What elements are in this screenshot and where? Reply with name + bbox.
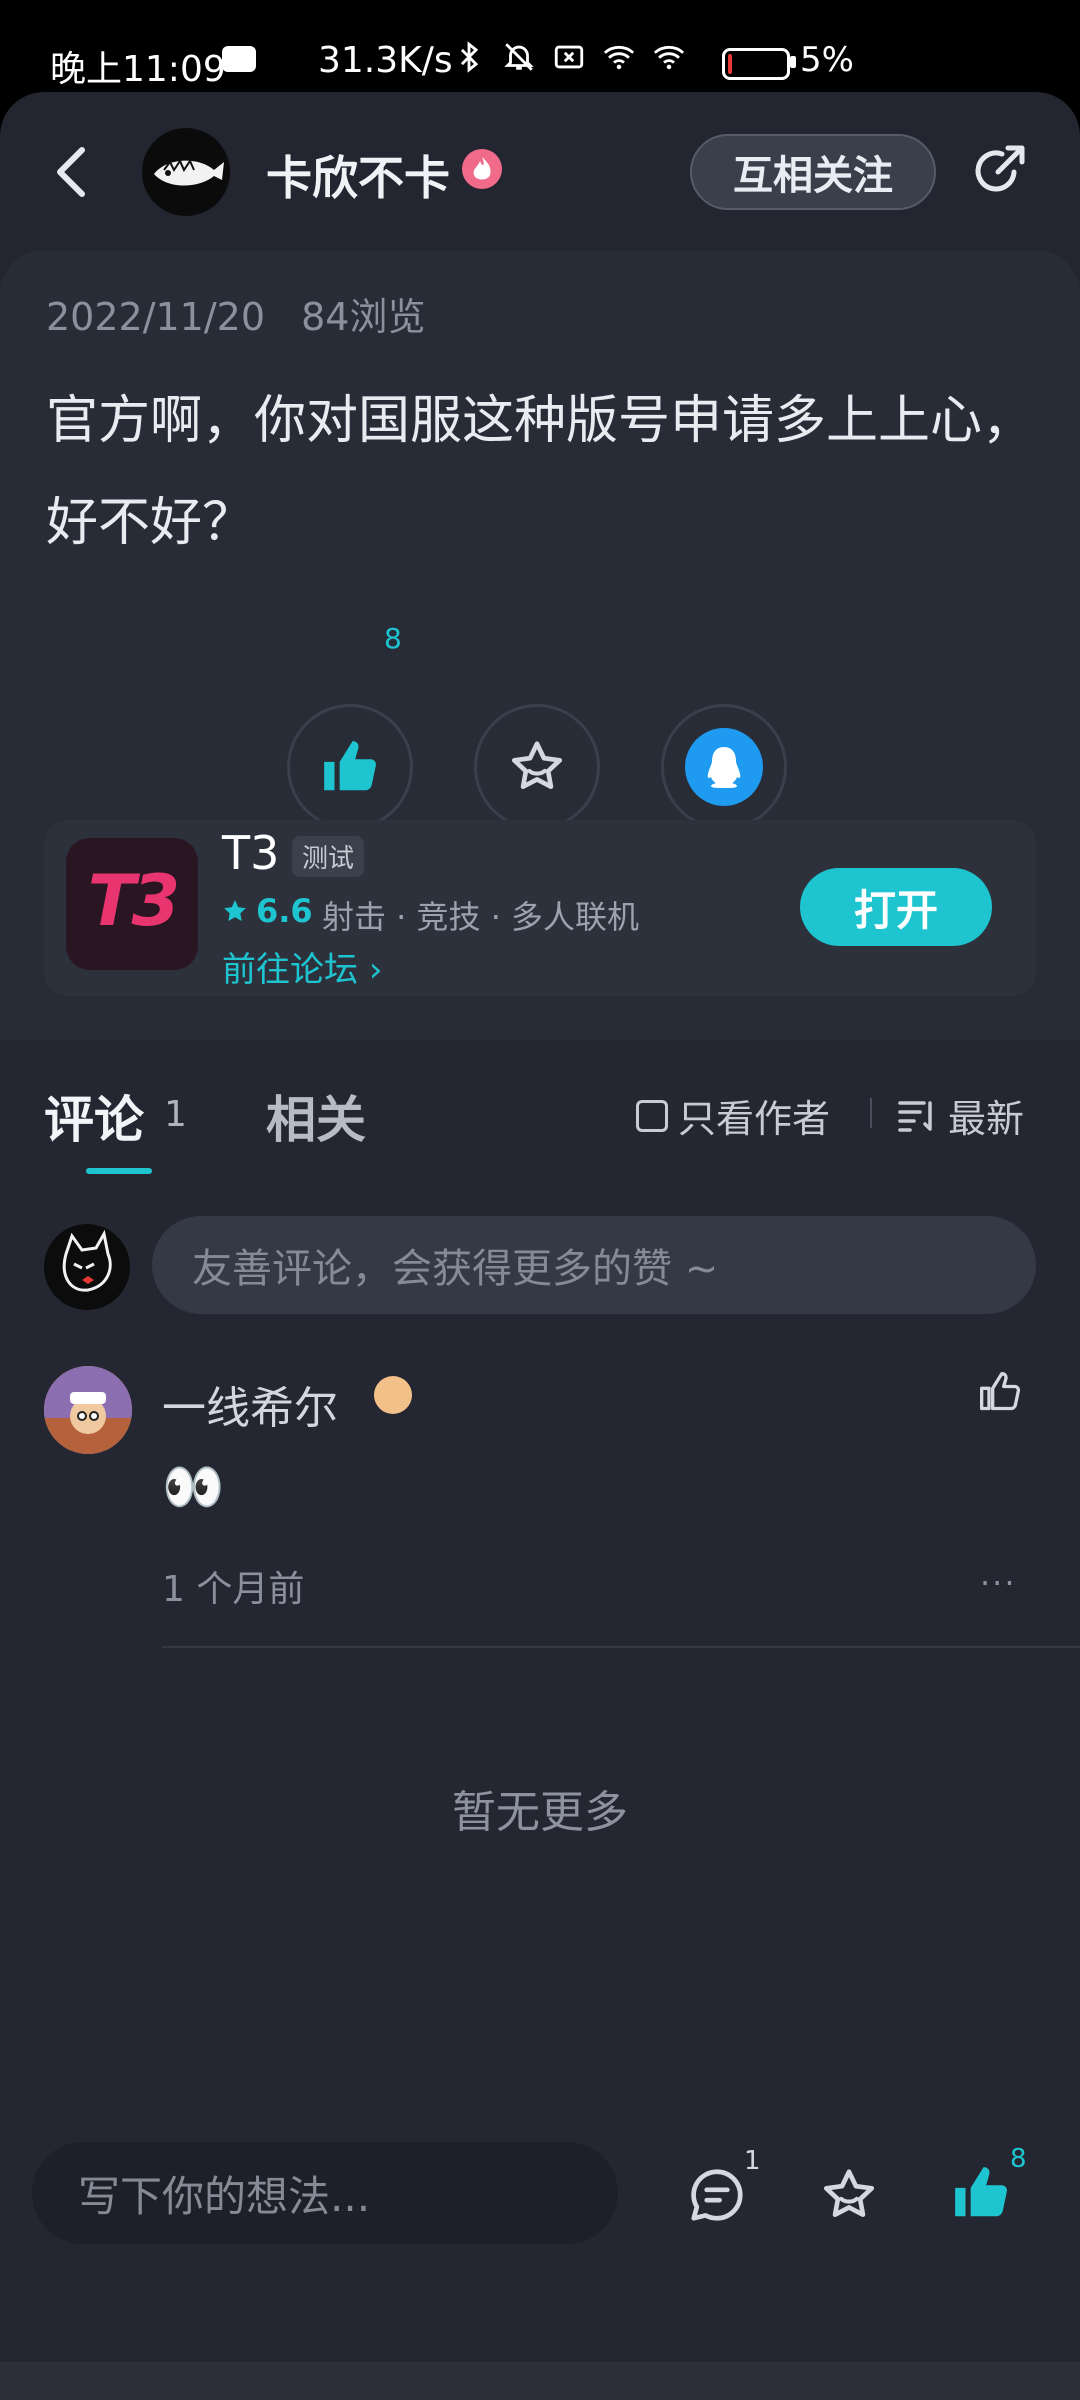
chevron-left-icon[interactable] <box>48 142 98 202</box>
like-icon-bottom[interactable] <box>950 2162 1012 2224</box>
battery-icon <box>722 48 790 80</box>
mute-icon <box>504 43 534 71</box>
post-meta: 2022/11/20 84浏览 <box>46 286 425 341</box>
bottom-action-bar: 写下你的想法... 1 8 <box>0 2132 1080 2270</box>
game-name: T3 <box>222 826 280 880</box>
star-icon <box>511 741 563 789</box>
level-badge-icon <box>374 1376 412 1414</box>
sort-toggle[interactable]: 最新 <box>898 1088 1024 1143</box>
active-tab-indicator <box>86 1168 152 1174</box>
qq-share-icon <box>685 728 763 806</box>
game-forum-link[interactable]: 前往论坛 › <box>222 942 382 991</box>
author-only-toggle[interactable]: 只看作者 <box>636 1088 830 1143</box>
game-tag: 测试 <box>292 836 365 877</box>
wifi-icon <box>603 45 635 70</box>
tab-related[interactable]: 相关 <box>266 1080 366 1152</box>
status-icons <box>452 40 686 74</box>
author-only-label: 只看作者 <box>678 1097 831 1141</box>
my-avatar[interactable] <box>44 1224 130 1310</box>
commenter-name[interactable]: 一线希尔 <box>162 1372 338 1436</box>
cloud-icon <box>222 46 256 72</box>
game-card[interactable]: T3 T3 测试 6.6 射击 · 竞技 · 多人联机 前往论坛 › 打开 <box>44 820 1036 996</box>
commenter-avatar-image <box>44 1366 132 1454</box>
game-rating: 6.6 <box>222 892 313 930</box>
post-like-count: 8 <box>384 622 402 655</box>
post-content: 官方啊，你对国服这种版号申请多上上心，好不好？ <box>46 391 1035 553</box>
like-button[interactable] <box>287 704 413 830</box>
like-icon <box>324 741 376 791</box>
thought-input[interactable]: 写下你的想法... <box>32 2142 618 2244</box>
sort-icon <box>898 1100 932 1132</box>
qq-share-button[interactable] <box>661 704 787 830</box>
open-game-button[interactable]: 打开 <box>800 868 992 946</box>
status-bar: 晚上11:09 31.3K/s 5% <box>0 0 1080 90</box>
post-header: 卡欣不卡 互相关注 <box>0 92 1080 246</box>
favorite-button[interactable] <box>474 704 600 830</box>
comment-time: 1 个月前 <box>162 1569 305 1610</box>
post-views: 84浏览 <box>301 295 426 339</box>
favorite-icon[interactable] <box>818 2164 880 2226</box>
tab-comments[interactable]: 评论 <box>44 1080 144 1152</box>
bluetooth-icon <box>460 41 479 73</box>
game-forum-label: 前往论坛 <box>222 950 358 990</box>
post-card: 2022/11/20 84浏览 官方啊，你对国服这种版号申请多上上心，好不好？ … <box>0 250 1080 1040</box>
like-count-bottom: 8 <box>1010 2144 1027 2174</box>
fire-badge-icon <box>462 149 502 189</box>
chevron-right-icon: › <box>368 950 383 990</box>
status-time: 晚上11:09 <box>50 49 226 90</box>
comment-divider <box>162 1646 1080 1648</box>
game-rating-value: 6.6 <box>256 892 313 930</box>
sort-label: 最新 <box>948 1097 1025 1141</box>
app-screen: 卡欣不卡 互相关注 2022/11/20 84浏览 官方啊，你对国服这种版号申请… <box>0 92 1080 2400</box>
sim-off-icon <box>554 45 584 69</box>
fish-doodle-icon <box>154 158 224 186</box>
system-nav-bar <box>0 2362 1080 2400</box>
follow-button[interactable]: 互相关注 <box>690 134 936 210</box>
comment-like-icon[interactable] <box>978 1370 1022 1414</box>
wifi-icon-2 <box>653 45 685 70</box>
network-speed: 31.3K/s <box>318 40 453 81</box>
game-icon-logo: T3 <box>87 860 180 942</box>
battery-tip <box>790 56 796 68</box>
commenter-avatar[interactable] <box>44 1366 132 1454</box>
checkbox-icon <box>636 1099 668 1132</box>
comment-text: 👀 <box>162 1458 225 1516</box>
divider <box>870 1098 872 1128</box>
game-icon[interactable]: T3 <box>66 838 198 970</box>
tab-comments-count: 1 <box>164 1094 187 1135</box>
battery-percent: 5% <box>800 40 854 80</box>
comment-count: 1 <box>744 2146 761 2176</box>
author-name[interactable]: 卡欣不卡 <box>266 142 450 208</box>
star-filled-icon <box>224 900 246 921</box>
comment-icon[interactable] <box>686 2164 748 2226</box>
post-date: 2022/11/20 <box>46 295 266 339</box>
author-avatar[interactable] <box>142 128 230 216</box>
comments-section: 评论 1 相关 只看作者 最新 友善评论，会获得更多的赞 ~ 一线希尔 👀 1 … <box>0 1050 1080 2150</box>
cat-doodle-icon <box>62 1229 112 1292</box>
game-genres: 射击 · 竞技 · 多人联机 <box>322 898 640 936</box>
no-more-text: 暂无更多 <box>452 1787 628 1838</box>
share-icon[interactable] <box>968 142 1028 202</box>
comment-input[interactable]: 友善评论，会获得更多的赞 ~ <box>152 1216 1036 1314</box>
more-icon[interactable]: ··· <box>980 1564 1017 1602</box>
